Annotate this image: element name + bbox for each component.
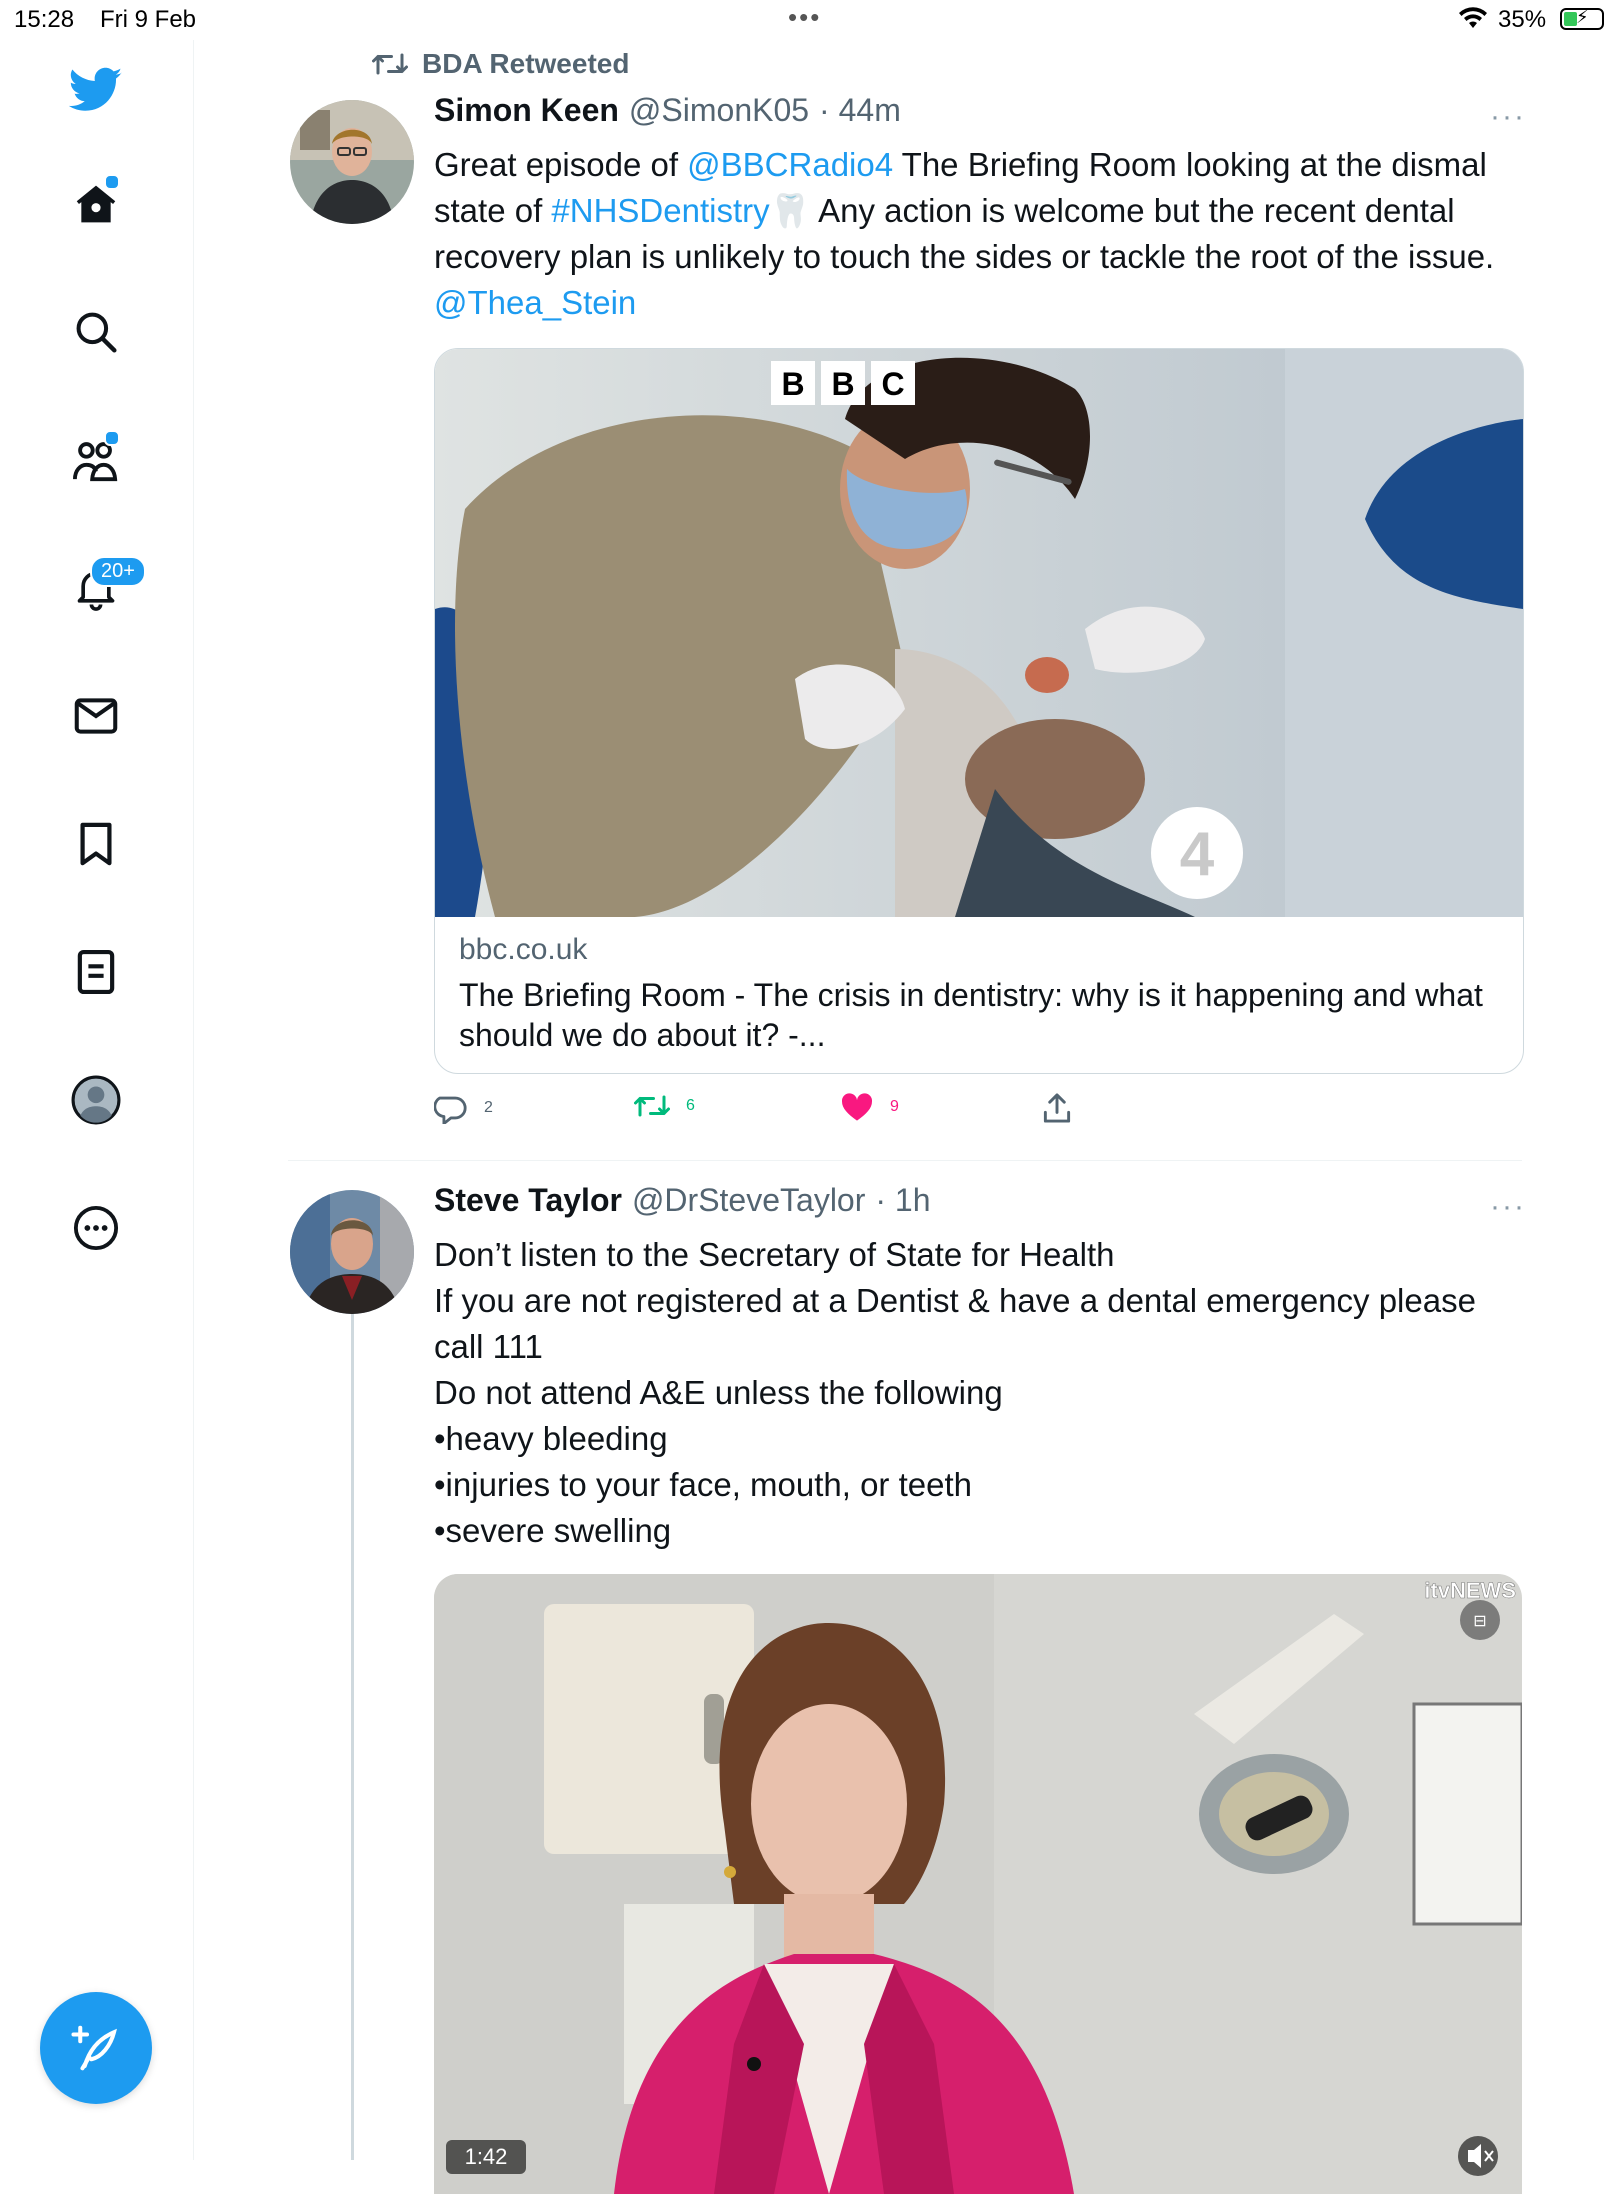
reply-icon [434, 1096, 467, 1124]
reply-button[interactable]: 2 [434, 1092, 493, 1124]
radio-4-badge: 4 [1151, 807, 1243, 899]
retweet-button[interactable]: 6 [634, 1092, 695, 1120]
nav-lists[interactable] [66, 942, 126, 1002]
thread-connector-line [351, 1312, 354, 2160]
svg-text:⊟: ⊟ [1473, 1611, 1486, 1630]
card-title: The Briefing Room - The crisis in dentis… [459, 977, 1483, 1053]
video-frame: itvNEWS ⊟ 1:42 [434, 1574, 1522, 2194]
status-bar: 15:28 Fri 9 Feb ••• 35% ⚡ [0, 0, 1620, 40]
nav-search[interactable] [66, 302, 126, 362]
tweet-text-line: •heavy bleeding [434, 1420, 668, 1457]
mention-link[interactable]: @BBCRadio4 [687, 146, 893, 183]
home-notification-dot [104, 174, 120, 190]
lists-icon [77, 949, 115, 995]
author-name[interactable]: Simon Keen [434, 92, 619, 129]
radio-4-badge-number: 4 [1180, 820, 1215, 889]
wifi-icon [1458, 6, 1488, 37]
more-options-icon[interactable]: ··· [1490, 100, 1526, 134]
retweet-icon [634, 1095, 670, 1117]
retweet-label-text: BDA Retweeted [422, 48, 630, 79]
battery-icon: ⚡ [1560, 7, 1604, 30]
battery-percent: 35% [1498, 6, 1547, 33]
avatar[interactable] [290, 100, 414, 224]
author-name[interactable]: Steve Taylor [434, 1182, 622, 1219]
notifications-badge: 20+ [90, 556, 146, 587]
bookmark-icon [80, 822, 112, 866]
itv-news-logo: itvNEWS [1424, 1578, 1516, 1603]
author-handle[interactable]: @SimonK05 [629, 92, 809, 129]
avatar-photo-steve-taylor [290, 1190, 414, 1314]
link-preview-card[interactable]: B B C 4 bbc.co.uk The Briefing Room - Th… [434, 348, 1524, 1074]
bbc-logo-letter: B [781, 366, 804, 402]
compose-tweet-button[interactable] [40, 1992, 152, 2104]
share-icon [1043, 1093, 1071, 1123]
tweet-actions: 2 6 9 [0, 1092, 1620, 1132]
search-icon [76, 312, 117, 353]
tweet-text-line: Don’t listen to the Secretary of State f… [434, 1236, 1115, 1273]
retweet-icon [372, 53, 408, 75]
nav-bookmarks[interactable] [66, 814, 126, 874]
hashtag-link[interactable]: #NHSDentistry [551, 192, 769, 229]
tweet-text: Don’t listen to the Secretary of State f… [434, 1232, 1524, 1554]
like-button[interactable]: 9 [840, 1092, 899, 1122]
avatar-photo-simon-keen [290, 100, 414, 224]
status-date: Fri 9 Feb [100, 6, 197, 33]
bbc-logo-letter: B [831, 366, 854, 402]
bbc-logo-letter: C [881, 366, 904, 402]
charging-bolt-icon: ⚡ [1576, 7, 1589, 27]
tweet-time[interactable]: · 44m [819, 92, 901, 129]
retweet-count: 6 [686, 1097, 695, 1114]
more-circle-icon [73, 1205, 119, 1251]
nav-messages[interactable] [66, 686, 126, 746]
nav-home[interactable] [66, 174, 126, 234]
author-handle[interactable]: @DrSteveTaylor [632, 1182, 865, 1219]
tweet-text-line: If you are not registered at a Dentist &… [434, 1282, 1476, 1365]
tweet-text: Great episode of @BBCRadio4 The Briefing… [434, 142, 1524, 326]
mention-link[interactable]: @Thea_Stein [434, 284, 636, 321]
tweet-text-line: •severe swelling [434, 1512, 672, 1549]
status-time: 15:28 [14, 6, 75, 33]
tweet-divider [288, 1160, 1522, 1161]
tweet-text-line: •injuries to your face, mouth, or teeth [434, 1466, 972, 1503]
reply-count: 2 [484, 1099, 493, 1116]
communities-notification-dot [104, 430, 120, 446]
card-domain: bbc.co.uk [459, 933, 588, 966]
bbc-logo: B B C [771, 361, 915, 405]
card-image: B B C 4 [435, 349, 1523, 917]
heart-icon [841, 1093, 873, 1121]
tweet-time[interactable]: · 1h [875, 1182, 930, 1219]
tweet-text-line: Do not attend A&E unless the following [434, 1374, 1003, 1411]
share-button[interactable] [1042, 1092, 1072, 1124]
tweet-text-part: Great episode of [434, 146, 688, 183]
avatar[interactable] [290, 1190, 414, 1314]
feather-plus-icon [71, 2025, 117, 2071]
nav-more[interactable] [66, 1198, 126, 1258]
more-options-icon[interactable]: ··· [1490, 1190, 1526, 1224]
embedded-video[interactable]: itvNEWS ⊟ 1:42 [434, 1574, 1522, 2194]
mail-icon [74, 698, 118, 734]
tweet-header: Simon Keen @SimonK05 · 44m [434, 92, 901, 129]
nav-communities[interactable] [66, 430, 126, 490]
twitter-logo-icon[interactable] [66, 60, 126, 120]
like-count: 9 [890, 1098, 899, 1115]
tweet-header: Steve Taylor @DrSteveTaylor · 1h [434, 1182, 931, 1219]
retweet-label[interactable]: BDA Retweeted [372, 48, 629, 80]
video-duration: 1:42 [465, 2144, 508, 2169]
multitasking-dots-icon[interactable]: ••• [788, 2, 821, 33]
